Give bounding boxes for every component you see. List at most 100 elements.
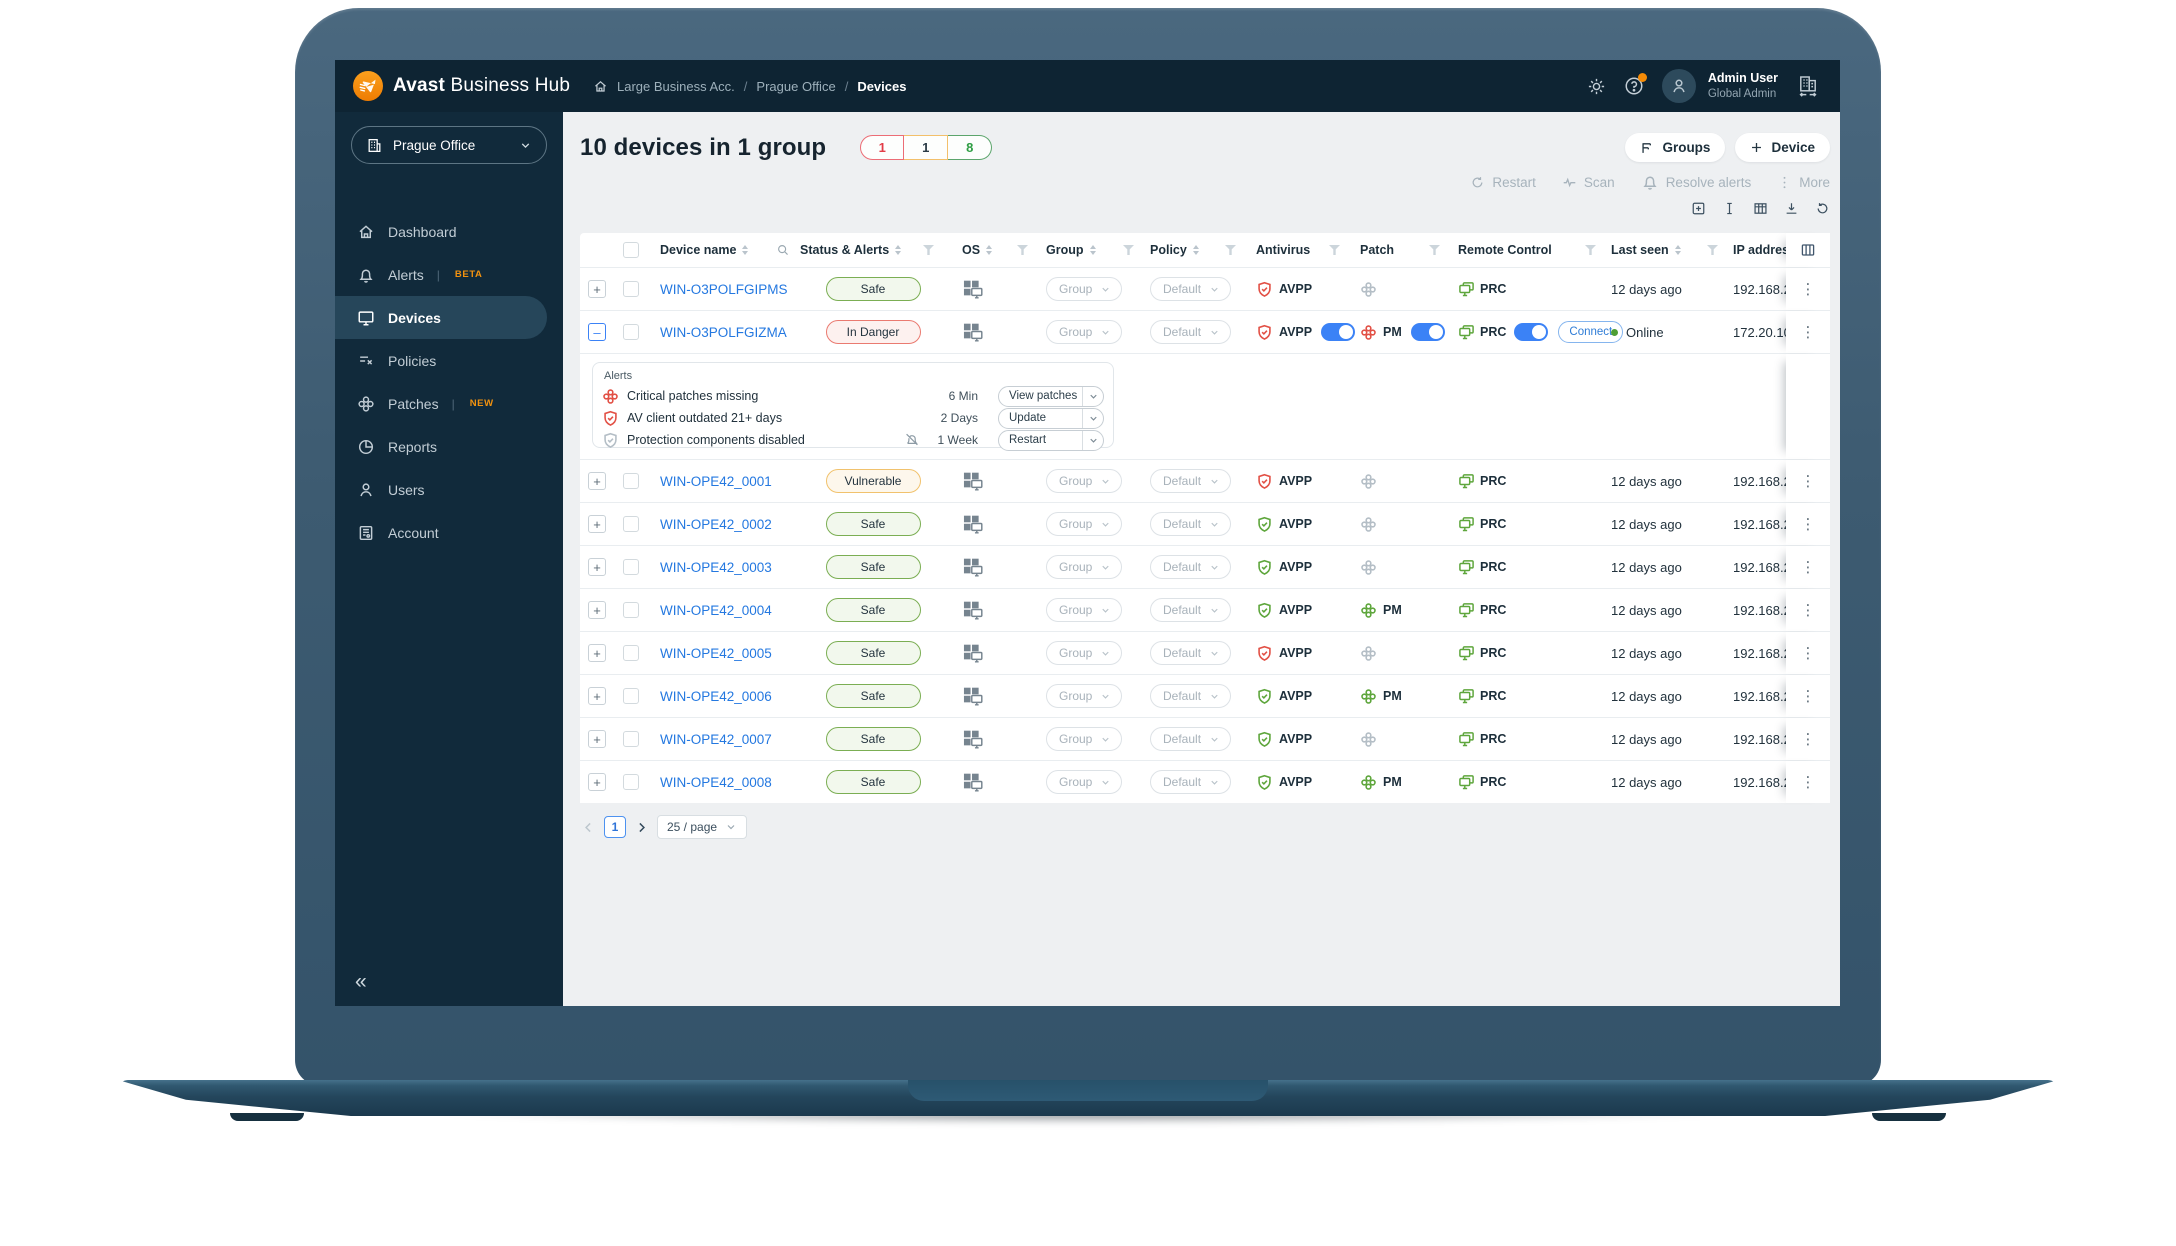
row-checkbox[interactable]: [623, 516, 639, 532]
table-view-icon[interactable]: [1753, 201, 1768, 216]
patch-toggle[interactable]: [1410, 323, 1445, 341]
row-checkbox[interactable]: [623, 324, 639, 340]
sidebar-item-patches[interactable]: Patches | NEW: [335, 382, 563, 425]
count-safe[interactable]: 8: [948, 135, 993, 160]
device-name-link[interactable]: WIN-OPE42_0001: [660, 474, 772, 489]
expand-row-button[interactable]: +: [588, 280, 606, 298]
settings-gear-icon[interactable]: [1587, 77, 1606, 96]
user-info[interactable]: Admin User Global Admin: [1708, 71, 1778, 101]
add-row-icon[interactable]: [1691, 201, 1706, 216]
policy-select[interactable]: Default: [1150, 598, 1232, 622]
sort-icon[interactable]: [1192, 244, 1199, 256]
row-menu-icon[interactable]: ⋮: [1801, 732, 1816, 747]
filter-icon[interactable]: [1429, 245, 1440, 255]
breadcrumb-item[interactable]: Large Business Acc.: [617, 79, 735, 94]
filter-icon[interactable]: [1123, 245, 1134, 255]
sort-icon[interactable]: [742, 244, 749, 256]
policy-select[interactable]: Default: [1150, 555, 1232, 579]
group-select[interactable]: Group: [1046, 770, 1123, 794]
sidebar-item-dashboard[interactable]: Dashboard: [335, 210, 563, 253]
row-menu-icon[interactable]: ⋮: [1801, 282, 1816, 297]
sidebar-collapse-button[interactable]: «: [355, 970, 367, 994]
group-select[interactable]: Group: [1046, 684, 1123, 708]
row-checkbox[interactable]: [623, 645, 639, 661]
policy-select[interactable]: Default: [1150, 512, 1232, 536]
policy-select[interactable]: Default: [1150, 469, 1232, 493]
chevron-down-icon[interactable]: [1082, 430, 1103, 450]
antivirus-toggle[interactable]: [1321, 323, 1356, 341]
device-name-link[interactable]: WIN-OPE42_0003: [660, 560, 772, 575]
filter-icon[interactable]: [1017, 245, 1028, 255]
sidebar-item-alerts[interactable]: Alerts | BETA: [335, 253, 563, 296]
remote-control-toggle[interactable]: [1514, 323, 1549, 341]
select-all-checkbox[interactable]: [623, 242, 639, 258]
row-checkbox[interactable]: [623, 688, 639, 704]
restart-button[interactable]: Restart: [998, 429, 1104, 451]
device-name-link[interactable]: WIN-OPE42_0005: [660, 646, 772, 661]
column-picker-icon[interactable]: [1800, 242, 1816, 258]
group-select[interactable]: Group: [1046, 555, 1123, 579]
policy-select[interactable]: Default: [1150, 641, 1232, 665]
filter-icon[interactable]: [1707, 245, 1718, 255]
row-checkbox[interactable]: [623, 559, 639, 575]
row-menu-icon[interactable]: ⋮: [1801, 603, 1816, 618]
expand-row-button[interactable]: +: [588, 558, 606, 576]
next-page-icon[interactable]: [635, 821, 648, 834]
scan-action[interactable]: Scan: [1562, 175, 1615, 190]
count-danger[interactable]: 1: [860, 135, 905, 160]
device-name-link[interactable]: WIN-OPE42_0002: [660, 517, 772, 532]
filter-icon[interactable]: [1329, 245, 1340, 255]
site-selector[interactable]: Prague Office: [351, 126, 547, 164]
policy-select[interactable]: Default: [1150, 684, 1232, 708]
row-checkbox[interactable]: [623, 731, 639, 747]
refresh-icon[interactable]: [1815, 201, 1830, 216]
group-select[interactable]: Group: [1046, 512, 1123, 536]
row-checkbox[interactable]: [623, 602, 639, 618]
text-cursor-icon[interactable]: [1722, 201, 1737, 216]
chevron-down-icon[interactable]: [1082, 408, 1103, 428]
breadcrumb-item[interactable]: Prague Office: [756, 79, 835, 94]
policy-select[interactable]: Default: [1150, 320, 1232, 344]
sidebar-item-devices[interactable]: Devices: [335, 296, 547, 339]
expand-row-button[interactable]: +: [588, 687, 606, 705]
group-select[interactable]: Group: [1046, 277, 1123, 301]
view-patches-button[interactable]: View patches: [998, 385, 1104, 407]
device-name-link[interactable]: WIN-OPE42_0004: [660, 603, 772, 618]
device-name-link[interactable]: WIN-O3POLFGIPMS: [660, 282, 788, 297]
device-name-link[interactable]: WIN-O3POLFGIZMA: [660, 325, 787, 340]
expand-row-button[interactable]: +: [588, 472, 606, 490]
row-menu-icon[interactable]: ⋮: [1801, 646, 1816, 661]
row-menu-icon[interactable]: ⋮: [1801, 517, 1816, 532]
expand-row-button[interactable]: +: [588, 644, 606, 662]
restart-action[interactable]: Restart: [1470, 175, 1536, 190]
policy-select[interactable]: Default: [1150, 277, 1232, 301]
row-menu-icon[interactable]: ⋮: [1801, 474, 1816, 489]
filter-icon[interactable]: [1225, 245, 1236, 255]
sort-icon[interactable]: [986, 244, 993, 256]
policy-select[interactable]: Default: [1150, 727, 1232, 751]
help-icon[interactable]: [1624, 73, 1647, 96]
group-select[interactable]: Group: [1046, 320, 1123, 344]
chevron-down-icon[interactable]: [1082, 386, 1103, 406]
device-name-link[interactable]: WIN-OPE42_0008: [660, 775, 772, 790]
company-switcher-icon[interactable]: [1796, 74, 1820, 98]
sort-icon[interactable]: [895, 244, 902, 256]
search-icon[interactable]: [776, 243, 790, 257]
group-select[interactable]: Group: [1046, 641, 1123, 665]
sort-icon[interactable]: [1674, 244, 1681, 256]
resolve-alerts-action[interactable]: Resolve alerts: [1641, 173, 1751, 191]
row-menu-icon[interactable]: ⋮: [1801, 775, 1816, 790]
device-name-link[interactable]: WIN-OPE42_0007: [660, 732, 772, 747]
group-select[interactable]: Group: [1046, 598, 1123, 622]
current-page[interactable]: 1: [604, 816, 626, 838]
row-checkbox[interactable]: [623, 473, 639, 489]
export-icon[interactable]: [1784, 201, 1799, 216]
add-device-button[interactable]: Device: [1735, 133, 1830, 162]
more-action[interactable]: More: [1777, 175, 1830, 190]
sidebar-item-policies[interactable]: Policies: [335, 339, 563, 382]
group-select[interactable]: Group: [1046, 469, 1123, 493]
row-menu-icon[interactable]: ⋮: [1801, 560, 1816, 575]
sidebar-item-account[interactable]: Account: [335, 511, 563, 554]
expand-row-button[interactable]: +: [588, 773, 606, 791]
expand-row-button[interactable]: +: [588, 730, 606, 748]
